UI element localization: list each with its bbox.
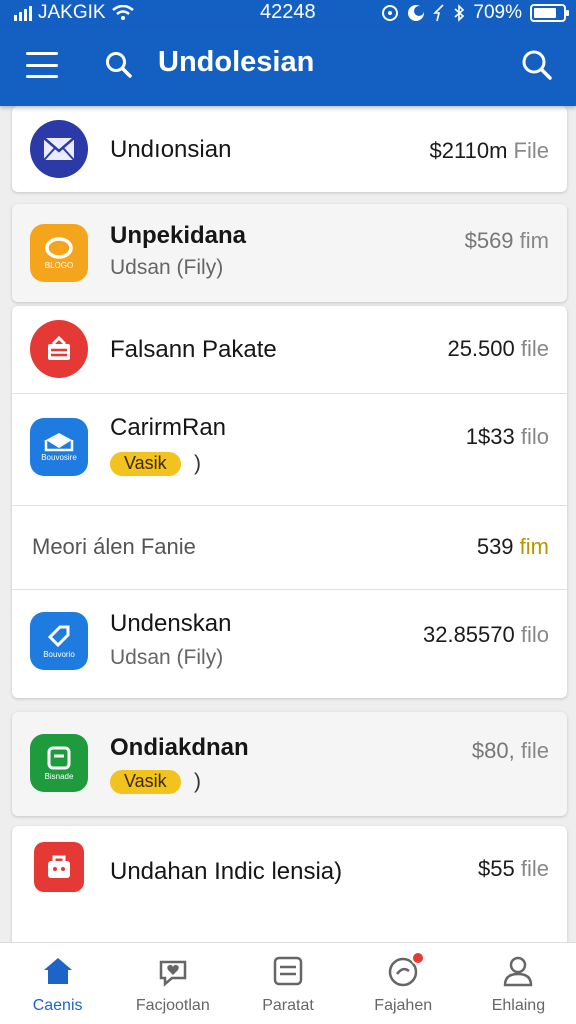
item-title: Meori álen Fanie — [32, 534, 196, 559]
item-title: Undahan Indic lensia) — [110, 858, 343, 885]
wifi-icon — [111, 5, 134, 20]
nav-label: Ehlaing — [491, 997, 546, 1014]
item-subtitle: Udsan (Fily) — [110, 256, 224, 279]
list-item[interactable]: Falsann Pakate 25.500 file — [12, 306, 567, 394]
item-title: Undıonsian — [110, 136, 232, 163]
item-price: $80, file — [471, 738, 549, 763]
status-time: 42248 — [260, 1, 316, 23]
status-bar: JAKGIK 42248 709% — [0, 0, 576, 26]
item-title: Ondiakdnan — [110, 734, 249, 761]
bag-icon — [34, 842, 84, 892]
item-subtitle: Udsan (Fily) — [110, 646, 224, 669]
battery-percent: 709% — [473, 2, 522, 23]
heart-chat-icon — [155, 953, 191, 989]
item-price: $55 file — [478, 856, 549, 881]
status-badge: Vasik — [110, 770, 181, 794]
circle-icon: BLOGO — [30, 224, 88, 282]
home-icon — [40, 953, 76, 989]
bluetooth-icon — [454, 4, 465, 22]
battery-icon — [530, 4, 569, 22]
page-title: Undolesian — [158, 46, 315, 78]
nav-item-profile[interactable]: Ehlaing — [461, 943, 576, 1024]
alarm-icon — [382, 5, 399, 21]
item-price: 1$33 filo — [465, 424, 549, 449]
nav-item-list[interactable]: Paratat — [230, 943, 345, 1024]
status-badge: Vasik — [110, 452, 181, 476]
mail-icon — [30, 120, 88, 178]
bottom-nav: Caenis Facjootlan Paratat Fajahen Ehlain… — [0, 942, 576, 1024]
list-icon — [270, 953, 306, 989]
list-item[interactable]: BLOGO Unpekidana Udsan (Fily) $569 fim — [12, 204, 567, 302]
signal-icon — [14, 5, 32, 21]
badge-suffix: ) — [194, 452, 201, 475]
nav-item-favorites[interactable]: Facjootlan — [115, 943, 230, 1024]
envelope-icon: Bouvosire — [30, 418, 88, 476]
list-item[interactable]: Bouvorio Undenskan Udsan (Fily) 32.85570… — [12, 590, 567, 698]
search-icon[interactable] — [104, 50, 134, 80]
package-icon — [30, 320, 88, 378]
nav-label: Caenis — [32, 997, 83, 1014]
nav-label: Paratat — [262, 997, 314, 1014]
nav-item-notifications[interactable]: Fajahen — [346, 943, 461, 1024]
document-icon: Bisnade — [30, 734, 88, 792]
bell-icon — [385, 951, 426, 989]
nav-item-home[interactable]: Caenis — [0, 943, 115, 1024]
list-group: Falsann Pakate 25.500 file Bouvosire Car… — [12, 306, 567, 698]
list-item[interactable]: Undıonsian $2110m File — [12, 106, 567, 192]
badge-suffix: ) — [194, 770, 201, 793]
item-price: 539 fim — [476, 534, 549, 559]
nav-label: Facjootlan — [135, 997, 210, 1014]
search-icon[interactable] — [520, 48, 554, 82]
list-item[interactable]: Bisnade Ondiakdnan Vasik ) $80, file — [12, 712, 567, 816]
moon-icon — [408, 5, 425, 21]
item-price: $2110m File — [429, 138, 549, 163]
nav-label: Fajahen — [374, 997, 433, 1014]
list-item[interactable]: Meori álen Fanie 539 fim — [12, 506, 567, 590]
list-item[interactable]: Bouvosire CarirmRan Vasik ) 1$33 filo — [12, 394, 567, 506]
list-item[interactable]: Undahan Indic lensia) $55 file — [12, 826, 567, 956]
file-list: Undıonsian $2110m File BLOGO Unpekidana … — [12, 106, 567, 956]
notification-badge — [411, 951, 426, 965]
item-title: Undenskan — [110, 610, 232, 637]
app-bar: Undolesian — [0, 26, 576, 106]
item-price: 32.85570 filo — [422, 622, 549, 647]
item-price: 25.500 file — [447, 336, 549, 361]
tag-icon: Bouvorio — [30, 612, 88, 670]
location-icon — [433, 4, 444, 22]
item-price: $569 fim — [464, 228, 549, 253]
item-title: CarirmRan — [110, 414, 227, 441]
menu-icon[interactable] — [26, 52, 58, 78]
item-title: Unpekidana — [110, 222, 247, 249]
item-title: Falsann Pakate — [110, 336, 277, 363]
carrier-label: JAKGIK — [38, 2, 106, 23]
person-icon — [500, 953, 536, 989]
